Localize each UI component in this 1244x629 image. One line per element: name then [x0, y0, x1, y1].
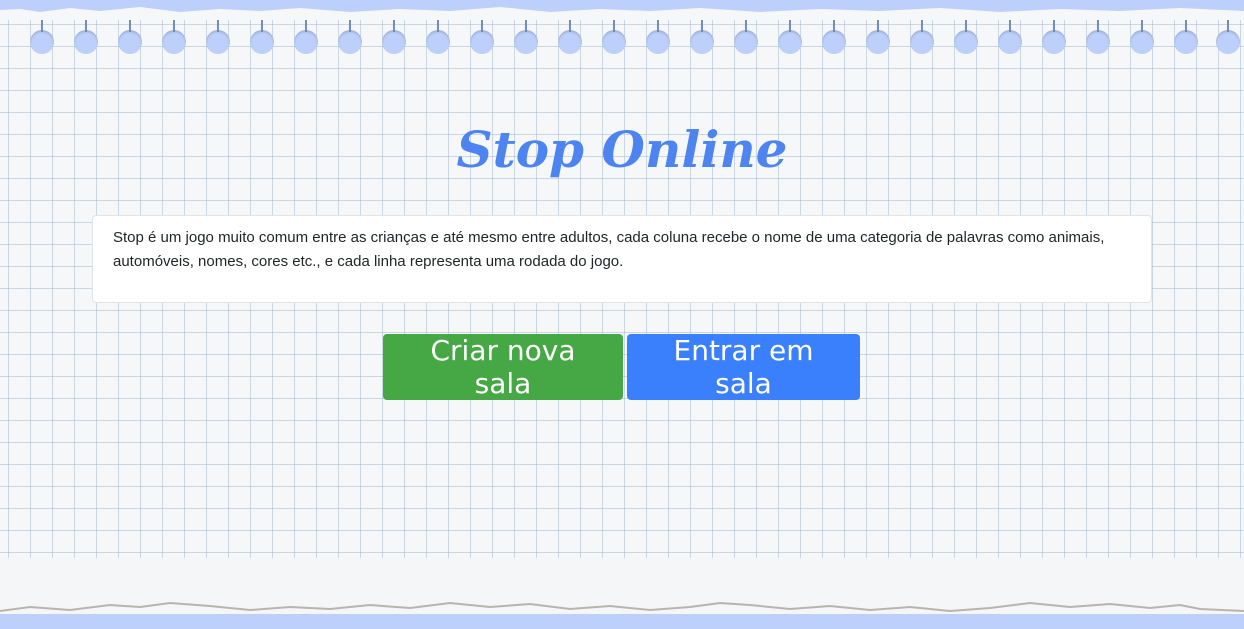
binder-hole — [558, 20, 582, 54]
binder-hole — [1130, 20, 1154, 54]
page-title: Stop Online — [456, 120, 788, 179]
binder-hole — [514, 20, 538, 54]
binder-hole — [1042, 20, 1066, 54]
binder-hole — [470, 20, 494, 54]
description-card: Stop é um jogo muito comum entre as cria… — [92, 215, 1152, 303]
create-room-button[interactable]: Criar nova sala — [383, 334, 623, 400]
binder-hole — [822, 20, 846, 54]
binder-hole — [954, 20, 978, 54]
binder-hole — [778, 20, 802, 54]
binder-hole — [206, 20, 230, 54]
binder-hole — [118, 20, 142, 54]
binder-hole — [998, 20, 1022, 54]
torn-paper-top-edge — [0, 7, 1244, 20]
binder-hole — [734, 20, 758, 54]
binder-hole — [30, 20, 54, 54]
notebook-paper — [0, 14, 1244, 614]
binder-hole — [1174, 20, 1198, 54]
binder-hole — [602, 20, 626, 54]
torn-paper-bottom-edge — [0, 595, 1244, 613]
binder-hole — [646, 20, 670, 54]
binder-hole — [866, 20, 890, 54]
binder-hole — [294, 20, 318, 54]
binder-hole — [250, 20, 274, 54]
binder-holes — [0, 20, 1244, 62]
binder-hole — [162, 20, 186, 54]
binder-hole — [382, 20, 406, 54]
join-room-button[interactable]: Entrar em sala — [627, 334, 860, 400]
binder-hole — [74, 20, 98, 54]
description-text: Stop é um jogo muito comum entre as cria… — [113, 229, 1105, 270]
binder-hole — [338, 20, 362, 54]
binder-hole — [910, 20, 934, 54]
binder-hole — [1216, 20, 1240, 54]
binder-hole — [426, 20, 450, 54]
binder-hole — [1086, 20, 1110, 54]
binder-hole — [690, 20, 714, 54]
